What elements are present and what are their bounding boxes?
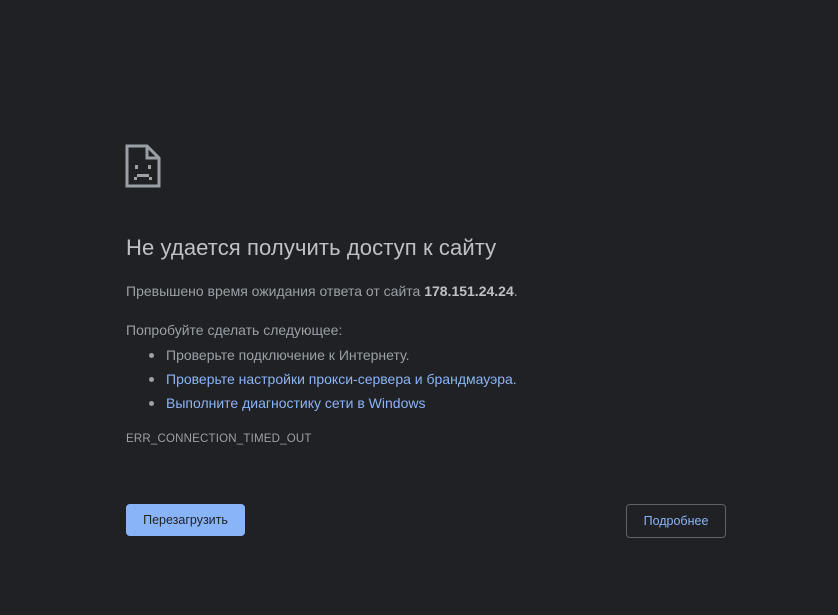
suggestions-heading: Попробуйте сделать следующее: bbox=[126, 322, 343, 338]
error-page: Не удается получить доступ к сайту Превы… bbox=[0, 0, 838, 615]
suggestions-list: Проверьте подключение к Интернету. Прове… bbox=[126, 343, 517, 415]
error-code: ERR_CONNECTION_TIMED_OUT bbox=[126, 433, 312, 445]
sad-page-icon bbox=[125, 144, 161, 188]
host-address: 178.151.24.24 bbox=[424, 283, 514, 299]
details-button[interactable]: Подробнее bbox=[626, 504, 726, 538]
error-summary: Превышено время ожидания ответа от сайта… bbox=[126, 283, 518, 299]
suggestion-check-proxy: Проверьте настройки прокси-сервера и бра… bbox=[149, 367, 517, 391]
suggestion-check-connection: Проверьте подключение к Интернету. bbox=[149, 343, 517, 367]
network-diagnostics-link[interactable]: Выполните диагностику сети в Windows bbox=[166, 395, 425, 411]
summary-suffix: . bbox=[513, 283, 518, 299]
check-proxy-link[interactable]: Проверьте настройки прокси-сервера и бра… bbox=[166, 371, 517, 387]
suggestion-run-diagnostics: Выполните диагностику сети в Windows bbox=[149, 391, 517, 415]
reload-button[interactable]: Перезагрузить bbox=[126, 504, 245, 536]
error-title: Не удается получить доступ к сайту bbox=[126, 235, 497, 260]
summary-text: Превышено время ожидания ответа от сайта bbox=[126, 283, 425, 299]
